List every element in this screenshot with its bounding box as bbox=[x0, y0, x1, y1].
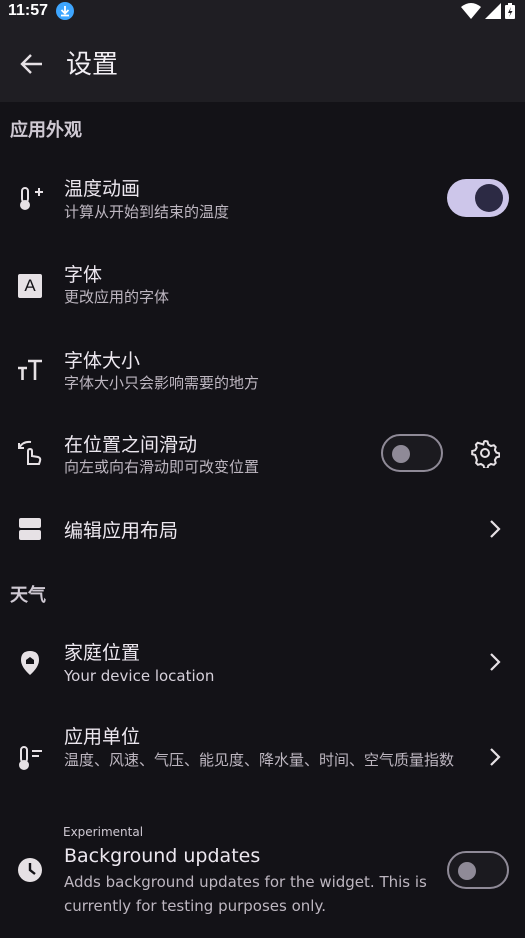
section-header-weather: 天气 bbox=[10, 585, 46, 606]
setting-subtitle: 温度、风速、气压、能见度、降水量、时间、空气质量指数 bbox=[64, 751, 455, 769]
temperature-animation-toggle[interactable] bbox=[447, 179, 509, 217]
setting-title: 温度动画 bbox=[64, 178, 141, 200]
setting-title: 编辑应用布局 bbox=[64, 520, 179, 542]
setting-temperature-animation[interactable]: 温度动画 计算从开始到结束的温度 bbox=[0, 160, 525, 238]
setting-subtitle: 字体大小只会影响需要的地方 bbox=[64, 374, 260, 392]
setting-title: 字体 bbox=[64, 264, 103, 286]
chevron-right-icon bbox=[487, 518, 503, 540]
gear-icon[interactable] bbox=[470, 438, 501, 470]
download-icon bbox=[56, 2, 74, 20]
back-arrow-icon[interactable] bbox=[18, 50, 46, 78]
status-time: 11:57 bbox=[8, 2, 49, 19]
thermometer-lines-icon bbox=[16, 744, 44, 772]
setting-background-updates[interactable]: Experimental Background updates Adds bac… bbox=[0, 820, 525, 930]
layout-icon bbox=[16, 515, 44, 543]
setting-title: 在位置之间滑动 bbox=[64, 434, 198, 456]
setting-subtitle: 更改应用的字体 bbox=[64, 288, 170, 306]
swipe-locations-toggle[interactable] bbox=[381, 434, 443, 472]
thermometer-plus-icon bbox=[16, 184, 44, 212]
experimental-badge: Experimental bbox=[63, 825, 144, 839]
wifi-icon bbox=[461, 3, 481, 23]
setting-font-size[interactable]: 字体大小 字体大小只会影响需要的地方 bbox=[0, 334, 525, 410]
app-bar: 设置 bbox=[0, 24, 525, 102]
setting-subtitle: Your device location bbox=[64, 667, 215, 685]
swipe-gesture-icon bbox=[16, 438, 44, 466]
chevron-right-icon bbox=[487, 651, 503, 673]
status-bar: 11:57 bbox=[0, 0, 525, 24]
setting-subtitle: 计算从开始到结束的温度 bbox=[64, 203, 230, 221]
setting-app-units[interactable]: 应用单位 温度、风速、气压、能见度、降水量、时间、空气质量指数 bbox=[0, 710, 525, 810]
setting-title: 家庭位置 bbox=[64, 642, 141, 664]
setting-title: Background updates bbox=[64, 845, 261, 867]
setting-subtitle: 向左或向右滑动即可改变位置 bbox=[64, 458, 260, 476]
clock-icon bbox=[16, 856, 44, 884]
text-size-icon bbox=[16, 356, 44, 384]
section-header-appearance: 应用外观 bbox=[10, 120, 82, 141]
setting-subtitle: Adds background updates for the widget. … bbox=[64, 873, 427, 915]
chevron-right-icon bbox=[487, 746, 503, 768]
font-icon-letter: A bbox=[24, 276, 36, 295]
page-title: 设置 bbox=[66, 50, 119, 80]
location-pin-icon bbox=[16, 649, 44, 677]
setting-title: 字体大小 bbox=[64, 350, 141, 372]
setting-font[interactable]: A 字体 更改应用的字体 bbox=[0, 248, 525, 324]
setting-title: 应用单位 bbox=[64, 726, 141, 748]
setting-home-location[interactable]: 家庭位置 Your device location bbox=[0, 624, 525, 702]
signal-icon bbox=[485, 3, 501, 23]
battery-icon bbox=[505, 3, 515, 23]
setting-swipe-locations[interactable]: 在位置之间滑动 向左或向右滑动即可改变位置 bbox=[0, 418, 525, 496]
background-updates-toggle[interactable] bbox=[447, 851, 509, 889]
setting-edit-layout[interactable]: 编辑应用布局 bbox=[0, 504, 525, 554]
